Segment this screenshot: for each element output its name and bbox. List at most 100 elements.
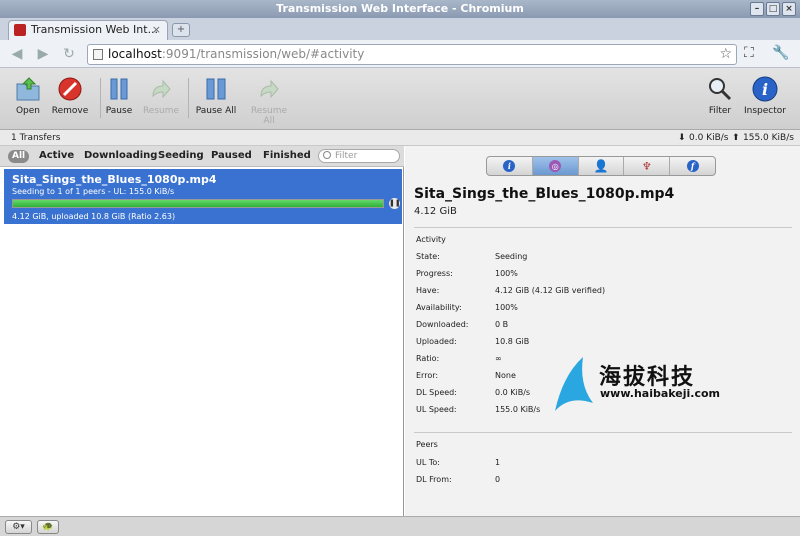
detail-value: 100% <box>495 303 518 312</box>
detail-key: Downloaded: <box>416 320 469 329</box>
tab-close-icon[interactable]: × <box>152 21 161 39</box>
detail-value: None <box>495 371 516 380</box>
torrent-progress-bar <box>12 199 384 208</box>
activity-icon: ◎ <box>549 160 562 172</box>
pause-label: Pause <box>105 106 133 116</box>
detail-value: 0.0 KiB/s <box>495 388 531 397</box>
trackers-icon: ♆ <box>641 159 652 173</box>
detail-key: Progress: <box>416 269 453 278</box>
detail-key: Error: <box>416 371 439 380</box>
tab-files[interactable]: f <box>670 157 715 175</box>
bottom-bar: ⚙▾ 🐢 <box>0 516 800 536</box>
resume-icon <box>152 79 171 99</box>
maximize-button[interactable]: □ <box>766 2 780 16</box>
new-tab-button[interactable]: + <box>172 23 190 37</box>
divider <box>414 227 792 228</box>
app-toolbar: Open Remove Pause Resume Pause All Resum… <box>0 68 800 130</box>
pause-all-label: Pause All <box>195 106 237 116</box>
fullscreen-icon[interactable]: ⛶ <box>744 45 754 61</box>
magnifier-icon <box>709 78 732 101</box>
minimize-button[interactable]: – <box>750 2 764 16</box>
upload-speed: 155.0 KiB/s <box>743 133 794 143</box>
sail-logo-icon <box>555 357 593 411</box>
torrent-details: 4.12 GiB, uploaded 10.8 GiB (Ratio 2.63) <box>12 212 176 221</box>
pause-all-button[interactable]: Pause All <box>191 76 241 116</box>
inspector-label: Inspector <box>744 106 786 116</box>
open-folder-icon <box>16 77 40 101</box>
filter-active[interactable]: Active <box>39 150 74 161</box>
peers-heading: Peers <box>416 440 438 449</box>
browser-tab[interactable]: Transmission Web Int... × <box>8 20 168 40</box>
filter-button[interactable]: Filter <box>695 76 745 116</box>
inspector-size: 4.12 GiB <box>414 206 457 217</box>
url-path: :9091/transmission/web/#activity <box>161 47 365 61</box>
detail-key: Availability: <box>416 303 462 312</box>
detail-key: DL From: <box>416 475 452 484</box>
files-icon: f <box>686 160 699 172</box>
resume-all-label: Resume All <box>250 106 288 126</box>
filter-bar: All Active Downloading Seeding Paused Fi… <box>0 146 404 167</box>
tab-info[interactable]: i <box>487 157 533 175</box>
detail-key: UL To: <box>416 458 440 467</box>
tab-peers[interactable]: 👤 <box>579 157 625 175</box>
torrent-name: Sita_Sings_the_Blues_1080p.mp4 <box>12 173 217 186</box>
toolbar-separator <box>188 78 189 118</box>
watermark-url: www.haibakeji.com <box>600 387 721 400</box>
detail-key: Uploaded: <box>416 337 457 346</box>
inspector-button[interactable]: i Inspector <box>740 76 790 116</box>
svg-text:i: i <box>762 80 768 99</box>
info-icon: i <box>752 76 778 102</box>
torrent-progress-fill <box>13 200 383 207</box>
inspector-panel: i ◎ 👤 ♆ f Sita_Sings_the_Blues_1080p.mp4… <box>405 146 800 516</box>
inspector-tabs: i ◎ 👤 ♆ f <box>486 156 716 176</box>
filter-downloading[interactable]: Downloading <box>84 150 157 161</box>
peers-icon: 👤 <box>593 159 609 173</box>
pause-icon <box>110 78 128 100</box>
remove-label: Remove <box>51 106 89 116</box>
tab-trackers[interactable]: ♆ <box>624 157 671 175</box>
window-titlebar: Transmission Web Interface - Chromium – … <box>0 0 800 18</box>
wrench-menu-icon[interactable]: 🔧 <box>772 45 789 61</box>
turtle-icon: 🐢 <box>42 522 54 532</box>
filter-all[interactable]: All <box>8 150 30 163</box>
reload-icon[interactable]: ↻ <box>60 45 78 63</box>
close-window-button[interactable]: × <box>782 2 796 16</box>
turtle-mode-button[interactable]: 🐢 <box>37 520 59 534</box>
download-arrow-icon: ⬇ <box>678 133 686 143</box>
search-placeholder: Filter <box>335 151 358 161</box>
upload-arrow-icon: ⬆ <box>732 133 740 143</box>
filter-finished[interactable]: Finished <box>263 150 311 161</box>
torrent-row[interactable]: Sita_Sings_the_Blues_1080p.mp4 Seeding t… <box>4 169 402 224</box>
detail-value: 4.12 GiB (4.12 GiB verified) <box>495 286 606 295</box>
page-icon <box>93 49 103 60</box>
resume-button[interactable]: Resume <box>136 76 186 116</box>
remove-button[interactable]: Remove <box>45 76 95 116</box>
detail-value: 0 B <box>495 320 509 329</box>
detail-value: 1 <box>495 458 501 467</box>
transmission-favicon-icon <box>14 24 26 36</box>
filter-paused[interactable]: Paused <box>211 150 252 161</box>
detail-key: UL Speed: <box>416 405 457 414</box>
filter-seeding[interactable]: Seeding <box>158 150 204 161</box>
activity-heading: Activity <box>416 235 446 244</box>
download-speed: 0.0 KiB/s <box>689 133 729 143</box>
address-bar[interactable]: localhost:9091/transmission/web/#activit… <box>87 44 737 65</box>
filter-search-input[interactable]: Filter <box>318 149 400 163</box>
tab-activity[interactable]: ◎ <box>532 157 579 175</box>
detail-key: Ratio: <box>416 354 440 363</box>
open-label: Open <box>15 106 41 116</box>
settings-gear-button[interactable]: ⚙▾ <box>5 520 32 534</box>
search-icon <box>323 151 331 159</box>
transfers-count: 1 Transfers <box>11 133 61 143</box>
forward-arrow-icon[interactable]: ▶ <box>34 45 52 63</box>
back-arrow-icon[interactable]: ◀ <box>8 45 26 63</box>
detail-value: 0 <box>495 475 501 484</box>
resume-all-button[interactable]: Resume All <box>244 76 294 126</box>
filter-label: Filter <box>708 106 732 116</box>
watermark-logo: 海拔科技 www.haibakeji.com <box>553 355 723 415</box>
browser-navbar: ◀ ▶ ↻ localhost:9091/transmission/web/#a… <box>0 40 800 68</box>
detail-value: Seeding <box>495 252 528 261</box>
bookmark-star-icon[interactable]: ☆ <box>719 45 732 64</box>
torrent-pause-icon[interactable]: ❚❚ <box>389 198 401 209</box>
inspector-title: Sita_Sings_the_Blues_1080p.mp4 <box>414 186 675 202</box>
